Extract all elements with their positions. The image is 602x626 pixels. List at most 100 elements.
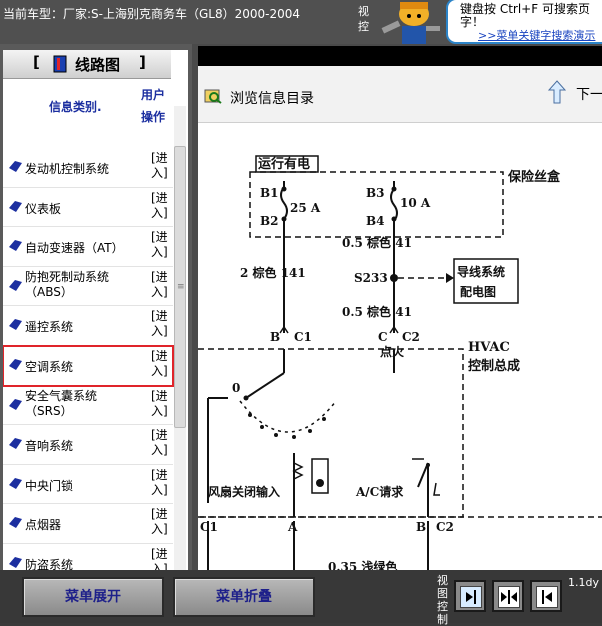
- next-arrow-icon[interactable]: [548, 80, 566, 104]
- conn-c2-label: C2: [402, 330, 420, 344]
- view-right-only-button[interactable]: [530, 580, 562, 612]
- browse-catalog-link[interactable]: 浏览信息目录: [230, 88, 314, 108]
- wiring-book-icon: [53, 55, 67, 73]
- wire-left: [280, 181, 288, 333]
- arrow-right-bar-icon: [466, 590, 476, 604]
- column-header-user: 用户: [141, 88, 166, 102]
- conn-c1-label: C1: [294, 330, 312, 344]
- enter-link[interactable]: [进入]: [151, 191, 171, 221]
- list-item[interactable]: 防盗系统 [进入]: [3, 544, 173, 570]
- diamond-icon: [9, 161, 22, 172]
- column-header-category: 信息类别.: [49, 100, 102, 114]
- list-item[interactable]: 中央门锁 [进入]: [3, 465, 173, 505]
- bracket-left: [: [33, 53, 40, 71]
- left-menu-panel: [ 线路图 ] 信息类别. 用户 操作 发动机控制系统 [进入] 仪表板 [进入…: [0, 44, 192, 570]
- diamond-icon: [9, 319, 22, 331]
- fuse-box-label: 保险丝盒: [507, 169, 561, 185]
- list-item[interactable]: 安全气囊系统 （SRS） [进入]: [3, 386, 173, 426]
- ignition-label: 点火: [380, 344, 405, 359]
- wiring-diagram: 运行有电 保险丝盒 B1 B2 B3 B4 25 A 10 A 0.5 棕色 4…: [198, 155, 602, 570]
- wire-label-041b: 0.5 棕色 41: [342, 304, 412, 319]
- category-list: 发动机控制系统 [进入] 仪表板 [进入] 自动变速器（AT） [进入] 防抱死…: [3, 148, 174, 570]
- list-item[interactable]: 自动变速器（AT） [进入]: [3, 227, 173, 267]
- list-item-label-line2: （ABS）: [25, 284, 73, 299]
- list-item-label: 防抱死制动系统 （ABS）: [25, 270, 109, 300]
- hvac-label-2: 控制总成: [468, 358, 520, 374]
- list-item[interactable]: 点烟器 [进入]: [3, 504, 173, 544]
- mascot-icon: [381, 2, 440, 44]
- current-car-model: 当前车型：厂家:S-上海别克商务车（GL8）2000-2004: [3, 7, 301, 21]
- diamond-icon: [9, 517, 22, 529]
- splice-dot: [390, 274, 398, 282]
- panel-title-bar: [ 线路图 ]: [3, 50, 171, 79]
- enter-link[interactable]: [进入]: [151, 428, 171, 458]
- bottom-b-label: B: [416, 520, 426, 534]
- list-item-label: 中央门锁: [25, 478, 74, 493]
- view-split-button[interactable]: [492, 580, 524, 612]
- diamond-icon: [9, 477, 22, 489]
- top-bar: 当前车型：厂家:S-上海别克商务车（GL8）2000-2004 视控 键盘按 C…: [0, 0, 602, 44]
- list-item[interactable]: 仪表板 [进入]: [3, 188, 173, 228]
- list-item-label: 安全气囊系统 （SRS）: [25, 389, 97, 419]
- content-inner: 浏览信息目录 下一 运行有电 保险丝盒 B1 B2 B3 B4 25 A 10 …: [198, 46, 602, 570]
- enter-link[interactable]: [进入]: [151, 270, 171, 300]
- bottom-c2-label: C2: [436, 520, 454, 534]
- list-item-label-line1: 安全气囊系统: [25, 388, 98, 403]
- distribution-label-2: 配电图: [460, 284, 496, 299]
- list-item[interactable]: 防抱死制动系统 （ABS） [进入]: [3, 267, 173, 307]
- wire-label-041: 0.5 棕色 41: [342, 235, 412, 250]
- view-left-only-button[interactable]: [454, 580, 486, 612]
- fan-off-input-label: 风扇关闭输入: [208, 484, 280, 499]
- conn-b-label: B: [270, 330, 280, 344]
- diamond-icon: [9, 556, 22, 568]
- content-top-strip: [198, 46, 602, 66]
- list-item-label: 遥控系统: [25, 320, 74, 335]
- arrow-left-bar-icon: [542, 590, 552, 604]
- list-item-selected[interactable]: 空调系统 [进入]: [3, 344, 174, 387]
- menu-collapse-button[interactable]: 菜单折叠: [173, 577, 315, 617]
- diamond-icon: [9, 200, 22, 212]
- browse-catalog-icon[interactable]: [204, 88, 222, 104]
- fuse-25a-label: 25 A: [290, 201, 321, 215]
- diamond-icon: [9, 438, 22, 450]
- conn-c-label: C: [378, 330, 388, 344]
- content-panel: 浏览信息目录 下一 运行有电 保险丝盒 B1 B2 B3 B4 25 A 10 …: [192, 44, 602, 570]
- menu-expand-button[interactable]: 菜单展开: [22, 577, 164, 617]
- enter-link[interactable]: [进入]: [151, 309, 171, 339]
- b4-label: B4: [366, 214, 385, 228]
- switch-zero-label: 0: [232, 381, 240, 395]
- view-control-label-bottom: 视图控制: [437, 574, 448, 626]
- ac-request-label: A/C请求: [355, 484, 404, 499]
- hvac-label: HVAC: [468, 340, 510, 355]
- scrollbar-grip-icon: ≡: [177, 282, 185, 292]
- keyword-search-demo-link[interactable]: >>菜单关键字搜索演示: [478, 27, 595, 42]
- arrows-center-icon: [501, 590, 517, 604]
- browse-toolbar: 浏览信息目录 下一: [198, 66, 602, 123]
- list-item[interactable]: 遥控系统 [进入]: [3, 306, 173, 346]
- bottom-bar: 菜单展开 菜单折叠 视图控制 1.1dy: [0, 570, 602, 626]
- enter-link[interactable]: [进入]: [151, 230, 171, 260]
- list-item-label: 防盗系统: [25, 557, 74, 570]
- list-item-label: 空调系统: [25, 359, 74, 374]
- enter-link[interactable]: [进入]: [151, 151, 171, 181]
- enter-link[interactable]: [进入]: [151, 547, 171, 570]
- list-item-label: 点烟器: [25, 518, 62, 533]
- diamond-icon: [9, 240, 22, 252]
- list-item-label-line1: 防抱死制动系统: [25, 269, 110, 284]
- distribution-label-1: 导线系统: [457, 264, 505, 279]
- list-item-label: 发动机控制系统: [25, 162, 110, 176]
- diamond-icon: [9, 398, 22, 410]
- enter-link[interactable]: [进入]: [151, 389, 171, 419]
- list-item-label-line2: （SRS）: [25, 403, 73, 418]
- panel-title: 线路图: [75, 56, 121, 74]
- list-item-label: 仪表板: [25, 201, 62, 216]
- enter-link[interactable]: [进入]: [151, 349, 171, 379]
- list-item[interactable]: 音响系统 [进入]: [3, 425, 173, 465]
- enter-link[interactable]: [进入]: [151, 507, 171, 537]
- enter-link[interactable]: [进入]: [151, 468, 171, 498]
- list-item[interactable]: 发动机控制系统 [进入]: [3, 148, 173, 188]
- diamond-icon: [9, 279, 22, 291]
- diamond-icon: [9, 358, 22, 370]
- b1-label: B1: [260, 186, 279, 200]
- next-page-link[interactable]: 下一: [576, 84, 602, 104]
